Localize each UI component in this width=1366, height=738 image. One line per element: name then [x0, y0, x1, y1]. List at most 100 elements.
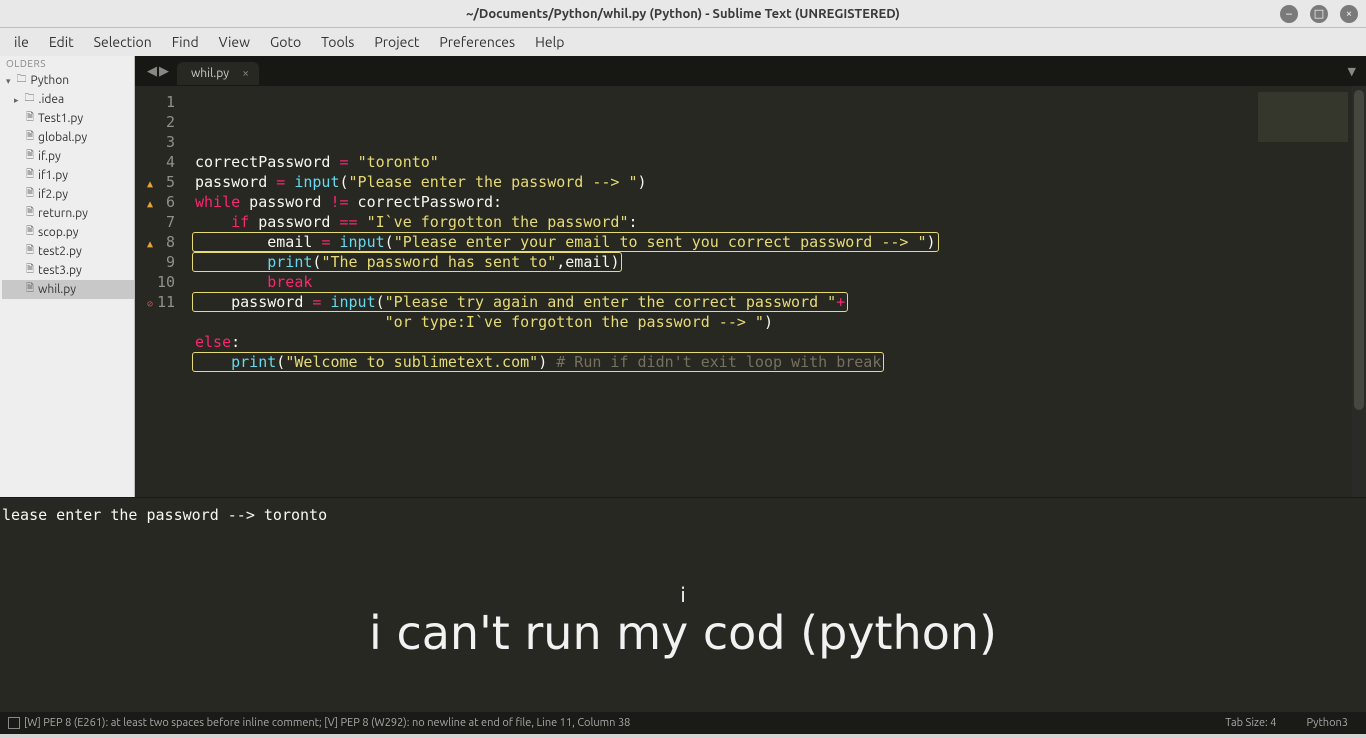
file-icon: 🗎 — [26, 148, 34, 165]
code-container[interactable]: 1234▲5▲67▲8910⊘11 correctPassword = "tor… — [135, 86, 1366, 497]
file-icon: 🗎 — [26, 243, 34, 260]
status-left: [W] PEP 8 (E261): at least two spaces be… — [8, 717, 1225, 729]
file-icon: 🗎 — [26, 186, 34, 203]
gutter-line: 4 — [135, 152, 185, 172]
code-line[interactable]: if password == "I`ve forgotton the passw… — [195, 212, 1366, 232]
menu-view[interactable]: View — [209, 34, 260, 50]
gutter-line: ⊘11 — [135, 292, 185, 312]
sidebar-file[interactable]: 🗎 return.py — [2, 204, 134, 223]
code-line[interactable]: password = input("Please try again and e… — [195, 292, 1366, 312]
window-title: ~/Documents/Python/whil.py (Python) - Su… — [466, 7, 900, 21]
sidebar: OLDERS 🗀 Python🗀 .idea🗎 Test1.py🗎 global… — [0, 56, 135, 497]
gutter-line: 9 — [135, 252, 185, 272]
menu-preferences[interactable]: Preferences — [429, 34, 525, 50]
main-area: OLDERS 🗀 Python🗀 .idea🗎 Test1.py🗎 global… — [0, 56, 1366, 497]
sidebar-folder[interactable]: 🗀 .idea — [2, 90, 134, 109]
scrollbar-thumb[interactable] — [1354, 90, 1364, 410]
maximize-button[interactable]: □ — [1310, 5, 1328, 23]
tree-item-label: if.py — [38, 150, 61, 163]
status-lint-message: [W] PEP 8 (E261): at least two spaces be… — [24, 717, 630, 729]
file-icon: 🗎 — [26, 262, 34, 279]
tree-item-label: test2.py — [38, 245, 82, 258]
code-line[interactable]: email = input("Please enter your email t… — [195, 232, 1366, 252]
tree-item-label: return.py — [38, 207, 88, 220]
sidebar-file[interactable]: 🗎 scop.py — [2, 223, 134, 242]
overlay-text-small: i — [0, 583, 1366, 607]
tab-close-icon[interactable]: × — [242, 67, 249, 80]
code-editor[interactable]: correctPassword = "toronto"password = in… — [185, 86, 1366, 497]
file-icon: 🗎 — [26, 167, 34, 184]
status-tab-size[interactable]: Tab Size: 4 — [1225, 717, 1276, 729]
tab-bar: ◀ ▶ whil.py × ▼ — [135, 56, 1366, 86]
build-output-panel[interactable]: lease enter the password --> toronto i i… — [0, 497, 1366, 712]
vertical-scrollbar[interactable] — [1352, 86, 1366, 497]
menu-edit[interactable]: Edit — [39, 34, 84, 50]
folder-open-icon — [6, 74, 13, 87]
file-icon: 🗎 — [26, 110, 34, 127]
gutter-line: ▲5 — [135, 172, 185, 192]
tree-item-label: global.py — [38, 131, 87, 144]
console-output: lease enter the password --> toronto — [0, 506, 1366, 524]
tab-forward-icon[interactable]: ▶ — [159, 64, 169, 79]
code-line[interactable]: correctPassword = "toronto" — [195, 152, 1366, 172]
window-controls: ‒ □ × — [1280, 5, 1358, 23]
menu-find[interactable]: Find — [162, 34, 209, 50]
folder-closed-icon — [14, 93, 21, 106]
menu-tools[interactable]: Tools — [311, 34, 364, 50]
code-line[interactable]: password = input("Please enter the passw… — [195, 172, 1366, 192]
menu-help[interactable]: Help — [525, 34, 574, 50]
tabbar-menu-icon[interactable]: ▼ — [1348, 65, 1356, 78]
minimap[interactable] — [1258, 92, 1348, 142]
window-titlebar: ~/Documents/Python/whil.py (Python) - Su… — [0, 0, 1366, 28]
gutter-line: 2 — [135, 112, 185, 132]
menu-file[interactable]: ile — [4, 34, 39, 50]
sidebar-file[interactable]: 🗎 if1.py — [2, 166, 134, 185]
tab-label: whil.py — [191, 67, 229, 80]
tree-item-label: if2.py — [38, 188, 68, 201]
gutter-line: ▲6 — [135, 192, 185, 212]
lint-warning-icon: ▲ — [139, 195, 153, 209]
file-icon: 🗎 — [26, 224, 34, 241]
sidebar-header: OLDERS — [0, 56, 134, 71]
file-icon: 🗎 — [26, 129, 34, 146]
folder-icon: 🗀 — [17, 72, 27, 89]
status-syntax[interactable]: Python3 — [1306, 717, 1348, 729]
file-tree: 🗀 Python🗀 .idea🗎 Test1.py🗎 global.py🗎 if… — [0, 71, 134, 299]
tree-item-label: if1.py — [38, 169, 68, 182]
menu-project[interactable]: Project — [364, 34, 429, 50]
code-line[interactable]: print("Welcome to sublimetext.com") # Ru… — [195, 352, 1366, 372]
line-gutter: 1234▲5▲67▲8910⊘11 — [135, 86, 185, 497]
folder-icon: 🗀 — [25, 91, 35, 108]
lint-error-icon: ⊘ — [139, 295, 153, 309]
sidebar-file[interactable]: 🗎 test3.py — [2, 261, 134, 280]
sidebar-file[interactable]: 🗎 whil.py — [2, 280, 134, 299]
menu-goto[interactable]: Goto — [260, 34, 311, 50]
code-line[interactable]: break — [195, 272, 1366, 292]
tree-item-label: test3.py — [38, 264, 82, 277]
lint-warning-icon: ▲ — [139, 235, 153, 249]
gutter-line: 1 — [135, 92, 185, 112]
code-line[interactable]: while password != correctPassword: — [195, 192, 1366, 212]
sidebar-file[interactable]: 🗎 if2.py — [2, 185, 134, 204]
menu-selection[interactable]: Selection — [84, 34, 162, 50]
sidebar-file[interactable]: 🗎 global.py — [2, 128, 134, 147]
tree-item-label: Python — [31, 74, 70, 87]
sidebar-file[interactable]: 🗎 if.py — [2, 147, 134, 166]
tree-item-label: Test1.py — [38, 112, 83, 125]
close-button[interactable]: × — [1340, 5, 1358, 23]
gutter-line: 10 — [135, 272, 185, 292]
file-icon: 🗎 — [26, 205, 34, 222]
file-icon: 🗎 — [26, 281, 34, 298]
status-panel-icon[interactable] — [8, 717, 20, 729]
tab-back-icon[interactable]: ◀ — [147, 64, 157, 79]
sidebar-folder[interactable]: 🗀 Python — [2, 71, 134, 90]
sidebar-file[interactable]: 🗎 Test1.py — [2, 109, 134, 128]
code-line[interactable]: print("The password has sent to",email) — [195, 252, 1366, 272]
sidebar-file[interactable]: 🗎 test2.py — [2, 242, 134, 261]
tab-active[interactable]: whil.py × — [177, 62, 259, 85]
lint-warning-icon: ▲ — [139, 175, 153, 189]
code-line[interactable]: else: — [195, 332, 1366, 352]
code-line[interactable]: "or type:I`ve forgotton the password -->… — [195, 312, 1366, 332]
menu-bar: ile Edit Selection Find View Goto Tools … — [0, 28, 1366, 56]
minimize-button[interactable]: ‒ — [1280, 5, 1298, 23]
